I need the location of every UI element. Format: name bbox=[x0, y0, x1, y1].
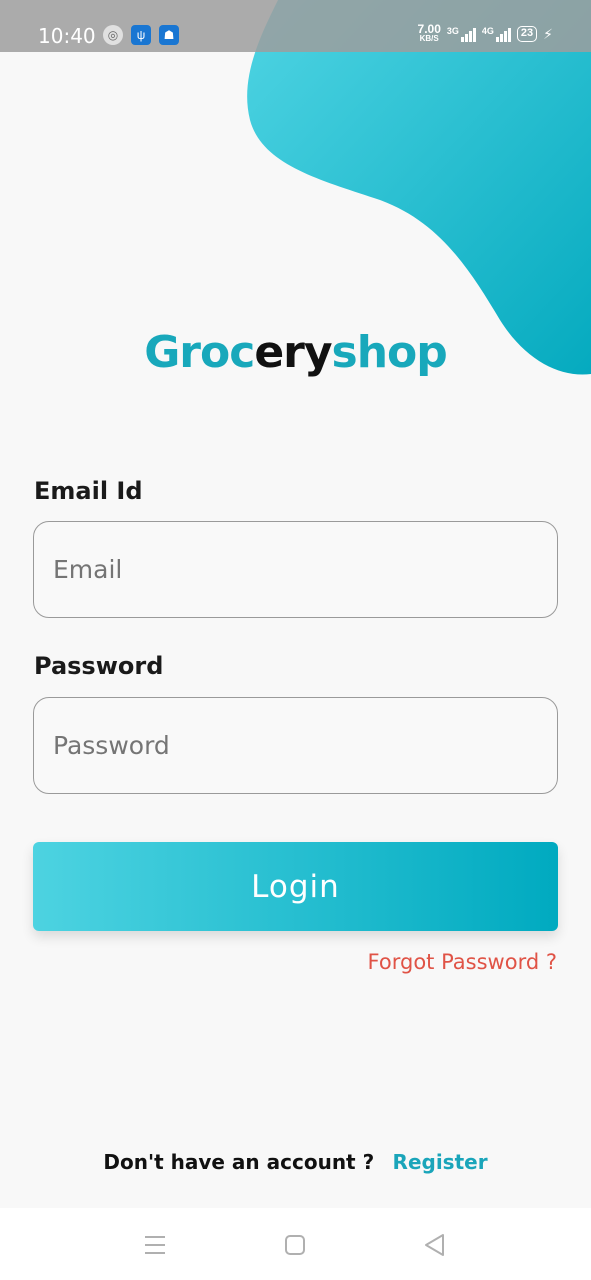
chrome-icon: ◎ bbox=[103, 25, 123, 45]
system-nav-bar bbox=[0, 1208, 591, 1280]
status-bar: 10:40 ◎ ψ ☗ 7.00 KB/S 3G 4G 23 ⚡ bbox=[0, 0, 591, 52]
decorative-blob bbox=[247, 0, 591, 375]
email-label: Email Id bbox=[34, 477, 143, 505]
email-input[interactable] bbox=[33, 521, 558, 618]
app-logo: Groceryshop bbox=[144, 327, 448, 378]
android-icon: ☗ bbox=[159, 25, 179, 45]
register-question: Don't have an account ? bbox=[103, 1150, 375, 1174]
password-input[interactable] bbox=[33, 697, 558, 794]
signal-icon-sim1: 3G bbox=[447, 26, 476, 42]
home-icon[interactable] bbox=[281, 1232, 309, 1258]
usb-icon: ψ bbox=[131, 25, 151, 45]
network-speed: 7.00 KB/S bbox=[417, 22, 441, 43]
password-label: Password bbox=[34, 652, 164, 680]
signal-icon-sim2: 4G bbox=[482, 26, 511, 42]
back-icon[interactable] bbox=[421, 1232, 449, 1258]
register-prompt: Don't have an account ? Register bbox=[0, 1150, 591, 1174]
status-time: 10:40 bbox=[38, 24, 96, 48]
login-button[interactable]: Login bbox=[33, 842, 558, 931]
register-link[interactable]: Register bbox=[393, 1150, 488, 1174]
menu-icon[interactable] bbox=[141, 1232, 169, 1258]
forgot-password-link[interactable]: Forgot Password ? bbox=[368, 950, 557, 974]
battery-icon: 23 bbox=[516, 26, 538, 42]
charging-icon: ⚡ bbox=[543, 25, 553, 42]
